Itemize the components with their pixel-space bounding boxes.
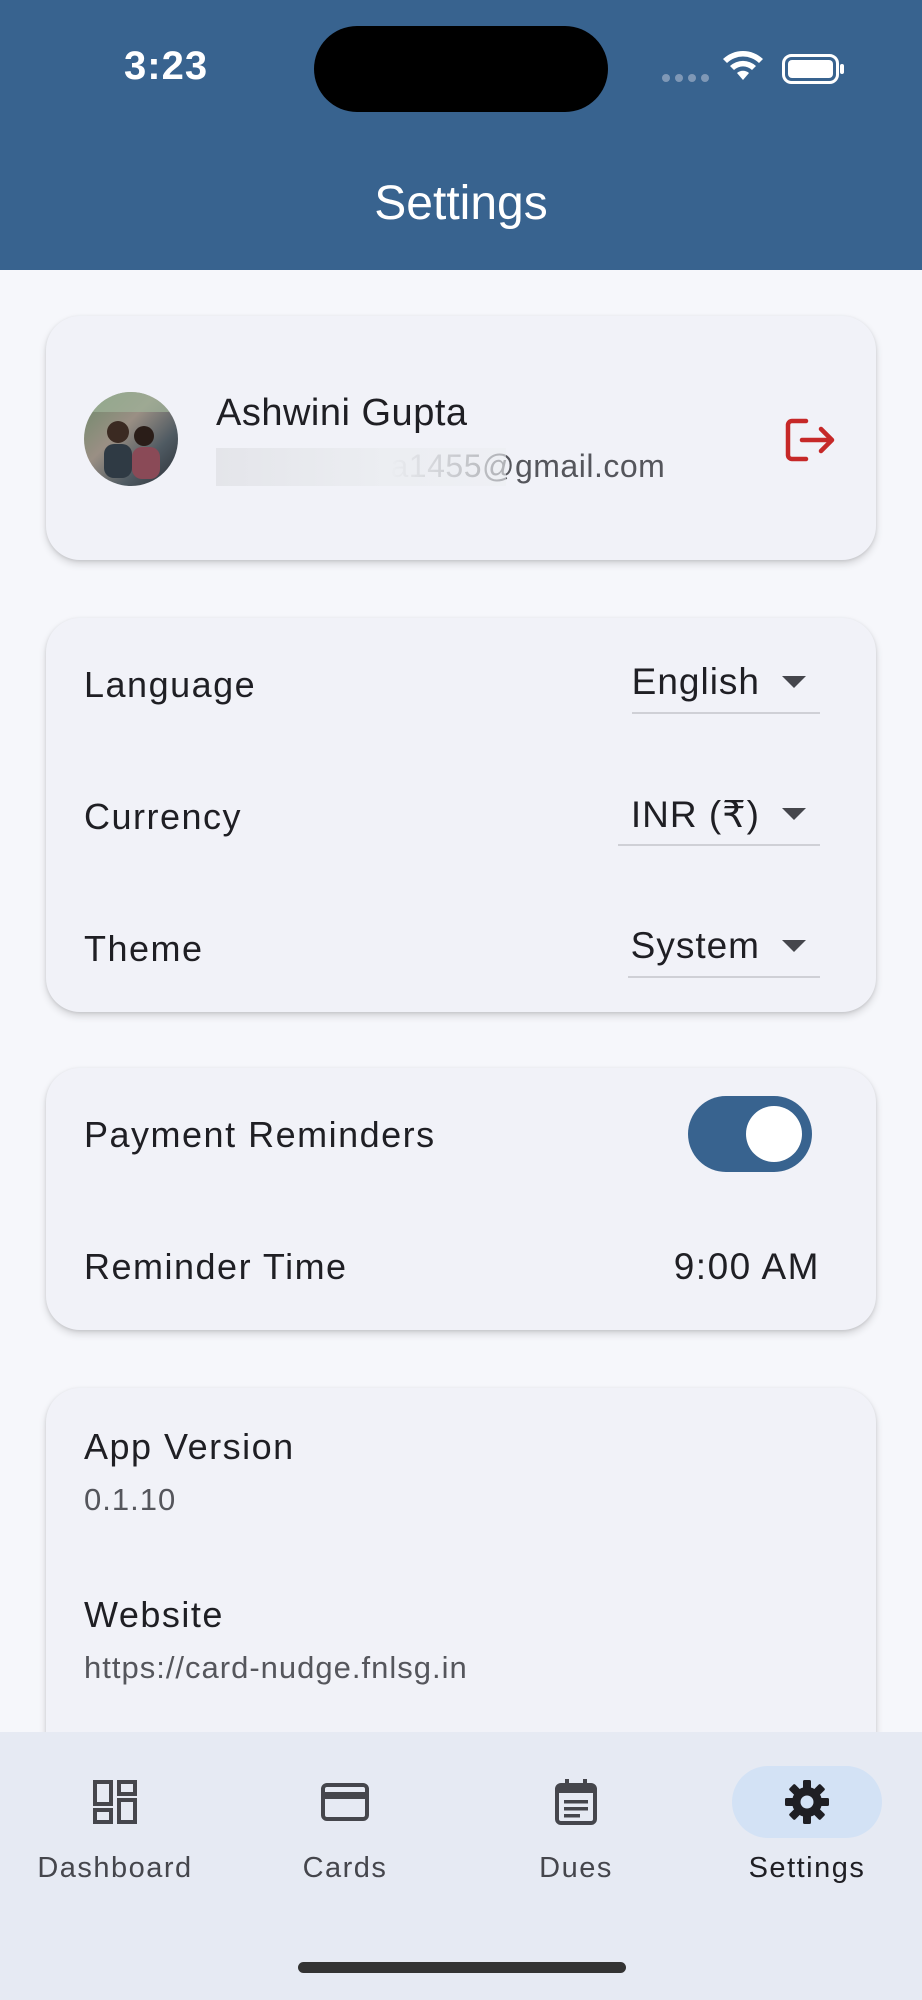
language-label: Language: [84, 664, 257, 705]
toggle-knob: [746, 1106, 802, 1162]
home-indicator[interactable]: [298, 1962, 626, 1973]
profile-card: Ashwini Gupta ashwinigupta1455@gmail.com: [46, 316, 876, 560]
language-dropdown[interactable]: English: [632, 652, 820, 714]
nav-label-settings: Settings: [748, 1852, 866, 1884]
theme-label: Theme: [84, 928, 204, 969]
chevron-down-icon: [782, 808, 806, 820]
nav-item-dues[interactable]: Dues: [461, 1732, 691, 1912]
credit-card-icon: [321, 1783, 369, 1821]
nav-label-dues: Dues: [539, 1852, 613, 1884]
app-version-label: App Version: [84, 1426, 295, 1467]
signal-icon: [662, 74, 709, 82]
logout-icon: [785, 418, 835, 462]
nav-item-settings[interactable]: Settings: [692, 1732, 922, 1912]
avatar: [84, 392, 178, 486]
page-title: Settings: [374, 177, 548, 230]
website-label: Website: [84, 1594, 224, 1635]
reminder-time-label: Reminder Time: [84, 1246, 348, 1287]
nav-label-dashboard: Dashboard: [37, 1852, 193, 1884]
reminder-time-value[interactable]: 9:00 AM: [674, 1246, 820, 1288]
currency-value: INR (₹): [630, 793, 760, 835]
bottom-navigation: Dashboard Cards Dues Settings: [0, 1732, 922, 2000]
website-link[interactable]: https://card-nudge.fnlsg.in: [84, 1650, 468, 1686]
nav-item-dashboard[interactable]: Dashboard: [0, 1732, 230, 1912]
language-value: English: [631, 661, 760, 702]
preferences-card: Language English Currency INR (₹) Theme …: [46, 618, 876, 1012]
logout-button[interactable]: [782, 412, 838, 468]
currency-dropdown[interactable]: INR (₹): [618, 784, 820, 846]
payment-reminders-label: Payment Reminders: [84, 1114, 436, 1155]
battery-icon: [782, 54, 844, 84]
calendar-icon: [555, 1779, 597, 1825]
app-version-value: 0.1.10: [84, 1482, 177, 1517]
app-header: 3:23 Settings: [0, 0, 922, 270]
wifi-icon: [723, 51, 763, 80]
nav-item-cards[interactable]: Cards: [230, 1732, 460, 1912]
status-time: 3:23: [124, 44, 209, 88]
email-redaction-overlay: [216, 448, 506, 486]
nav-label-cards: Cards: [302, 1852, 388, 1884]
reminders-card: Payment Reminders Reminder Time 9:00 AM: [46, 1068, 876, 1330]
profile-name: Ashwini Gupta: [216, 392, 468, 434]
payment-reminders-toggle[interactable]: [688, 1096, 812, 1172]
dynamic-island: [314, 26, 608, 112]
theme-dropdown[interactable]: System: [628, 916, 820, 978]
gear-icon: [785, 1780, 829, 1824]
chevron-down-icon: [782, 676, 806, 688]
chevron-down-icon: [782, 940, 806, 952]
theme-value: System: [630, 925, 760, 966]
dashboard-icon: [93, 1780, 137, 1824]
currency-label: Currency: [84, 796, 243, 837]
